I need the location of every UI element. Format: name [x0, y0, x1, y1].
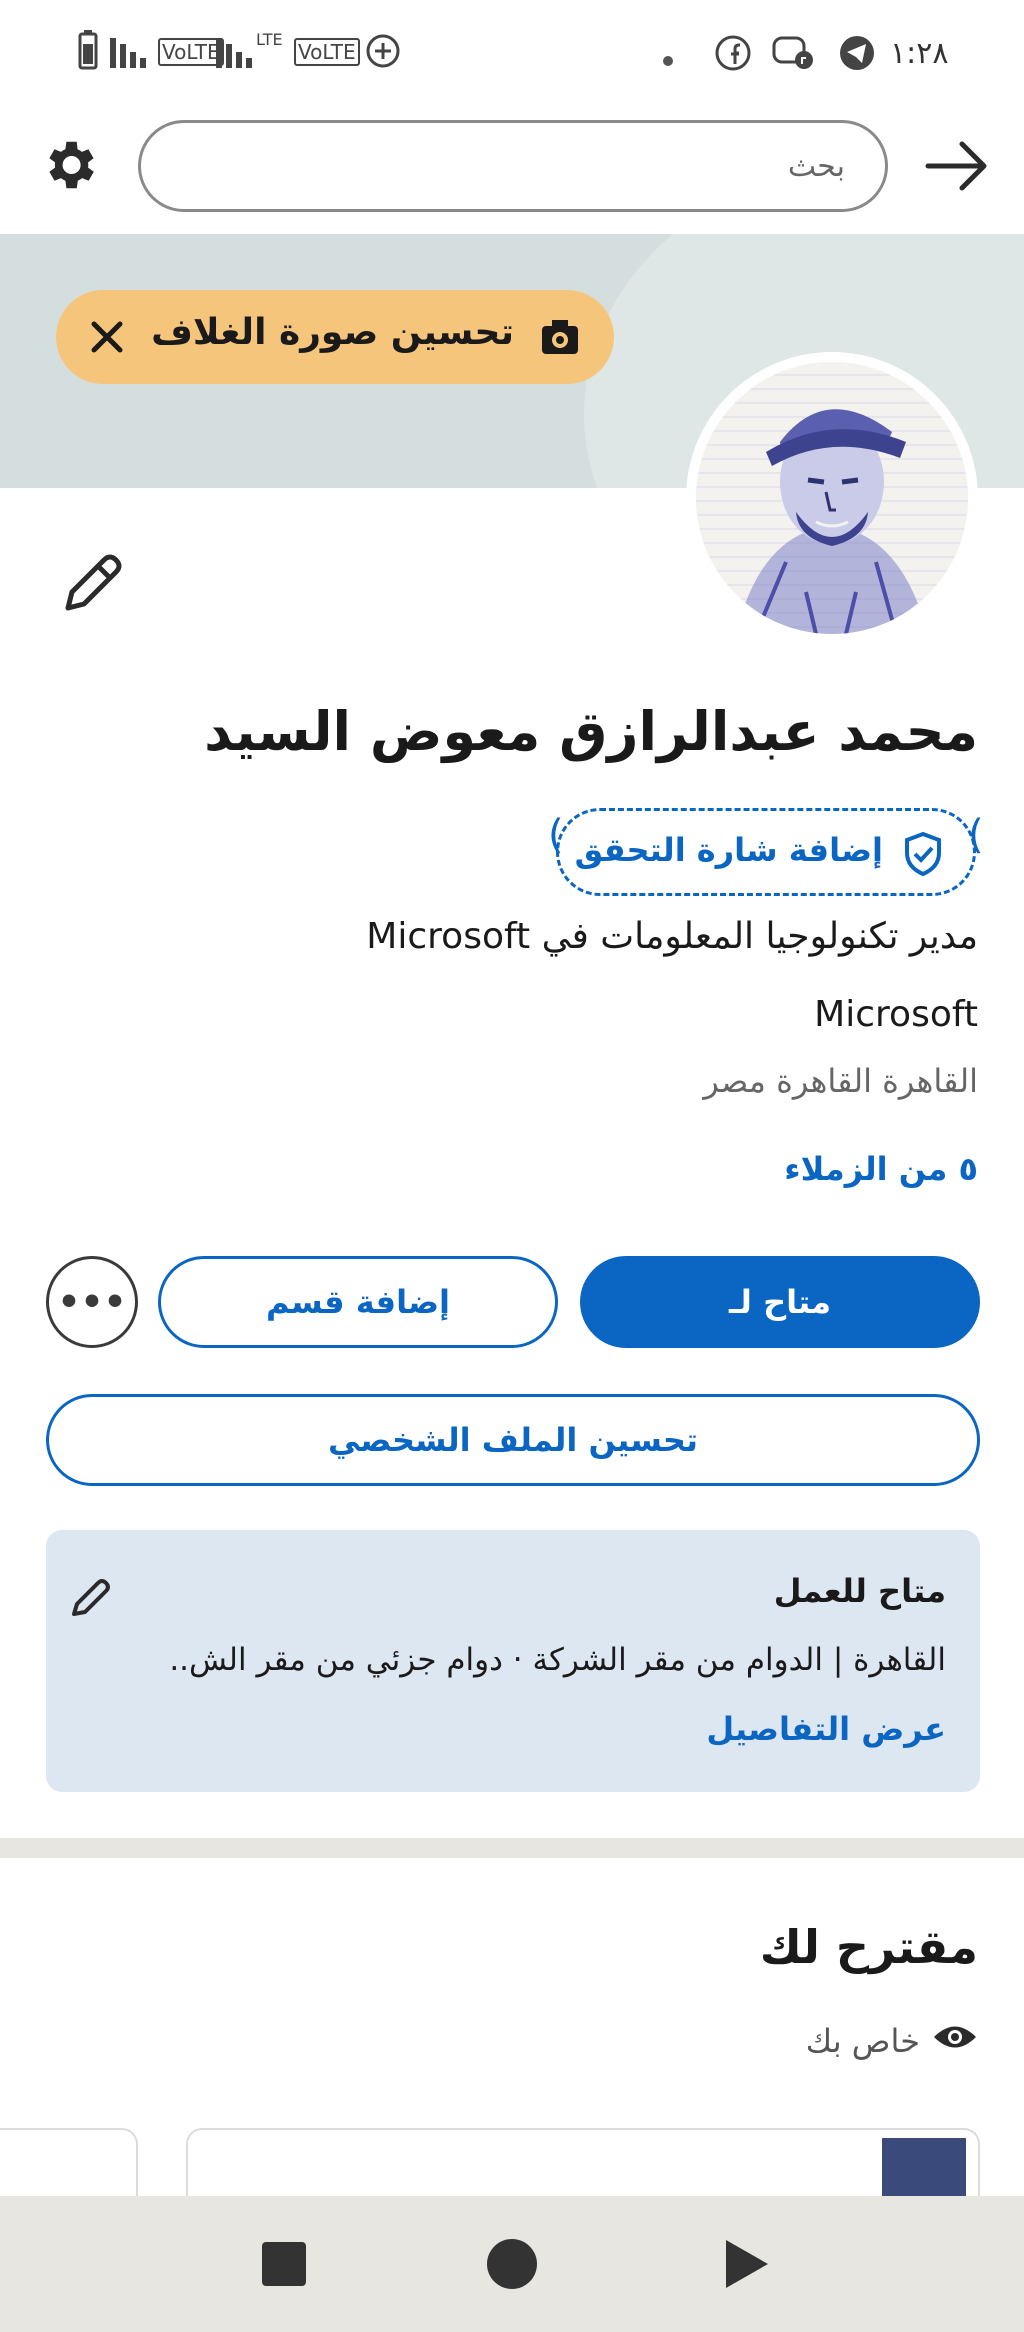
- edit-profile-pencil-icon[interactable]: [58, 548, 128, 618]
- verify-badge-label: إضافة شارة التحقق: [574, 831, 883, 869]
- recents-square-icon[interactable]: [256, 2236, 312, 2292]
- settings-icon[interactable]: [38, 134, 100, 196]
- search-input[interactable]: [141, 123, 885, 209]
- back-arrow-icon[interactable]: [922, 136, 992, 196]
- improve-cover-chip[interactable]: تحسين صورة الغلاف: [56, 290, 614, 384]
- suggestion-thumbnail: [882, 2138, 966, 2198]
- connections-link[interactable]: ٥ من الزملاء: [784, 1150, 978, 1188]
- camera-icon: [540, 318, 580, 356]
- signal-icon: [110, 34, 148, 75]
- view-details-link[interactable]: عرض التفاصيل: [706, 1710, 946, 1748]
- open-to-work-card[interactable]: متاح للعمل القاهرة | الدوام من مقر الشرك…: [46, 1530, 980, 1792]
- system-nav-bar: [0, 2196, 1024, 2332]
- improve-cover-label: تحسين صورة الغلاف: [151, 312, 514, 353]
- more-options-button[interactable]: •••: [46, 1256, 138, 1348]
- add-section-button[interactable]: إضافة قسم: [158, 1256, 558, 1348]
- data-saver-icon: [364, 32, 402, 77]
- add-verification-badge-button[interactable]: إضافة شارة التحقق: [556, 808, 976, 896]
- private-label: خاص بك: [805, 2022, 920, 2060]
- section-divider: [0, 1838, 1024, 1858]
- enhance-profile-button[interactable]: تحسين الملف الشخصي: [46, 1394, 980, 1486]
- facebook-icon: [714, 34, 752, 79]
- profile-name: محمد عبدالرازق معوض السيد: [204, 700, 978, 763]
- dot-indicator: [662, 44, 674, 74]
- status-bar: VoLTE LTE VoLTE ١:٢٨: [0, 0, 1024, 106]
- profile-headline: مدير تكنولوجيا المعلومات في Microsoft: [366, 916, 978, 957]
- volte-badge: VoLTE: [158, 38, 224, 66]
- volte-badge-2: VoLTE: [294, 38, 360, 66]
- profile-location: القاهرة القاهرة مصر: [703, 1062, 978, 1100]
- open-to-work-description: القاهرة | الدوام من مقر الشركة · دوام جز…: [169, 1642, 946, 1678]
- messenger-icon: [772, 34, 814, 79]
- suggested-section-title: مقترح لك: [759, 1920, 978, 1974]
- eye-icon: [932, 2022, 978, 2060]
- telegram-icon: [838, 34, 876, 79]
- search-bar[interactable]: [138, 120, 888, 212]
- top-app-bar: [0, 106, 1024, 234]
- profile-company[interactable]: Microsoft: [814, 994, 978, 1035]
- private-indicator: خاص بك: [806, 2022, 978, 2060]
- signal-icon-2: [216, 34, 254, 75]
- lte-label: LTE: [256, 30, 283, 49]
- back-triangle-icon[interactable]: [718, 2236, 774, 2292]
- avatar[interactable]: [696, 362, 968, 634]
- edit-open-to-work-pencil-icon[interactable]: [68, 1574, 114, 1620]
- open-to-work-title: متاح للعمل: [773, 1572, 946, 1610]
- verify-paren-right: (: [968, 812, 984, 858]
- clock: ١:٢٨: [890, 36, 949, 71]
- open-to-button[interactable]: متاح لـ: [580, 1256, 980, 1348]
- battery-icon: [78, 30, 98, 77]
- shield-check-icon: [903, 831, 943, 877]
- home-circle-icon[interactable]: [484, 2236, 540, 2292]
- close-icon[interactable]: [84, 314, 130, 360]
